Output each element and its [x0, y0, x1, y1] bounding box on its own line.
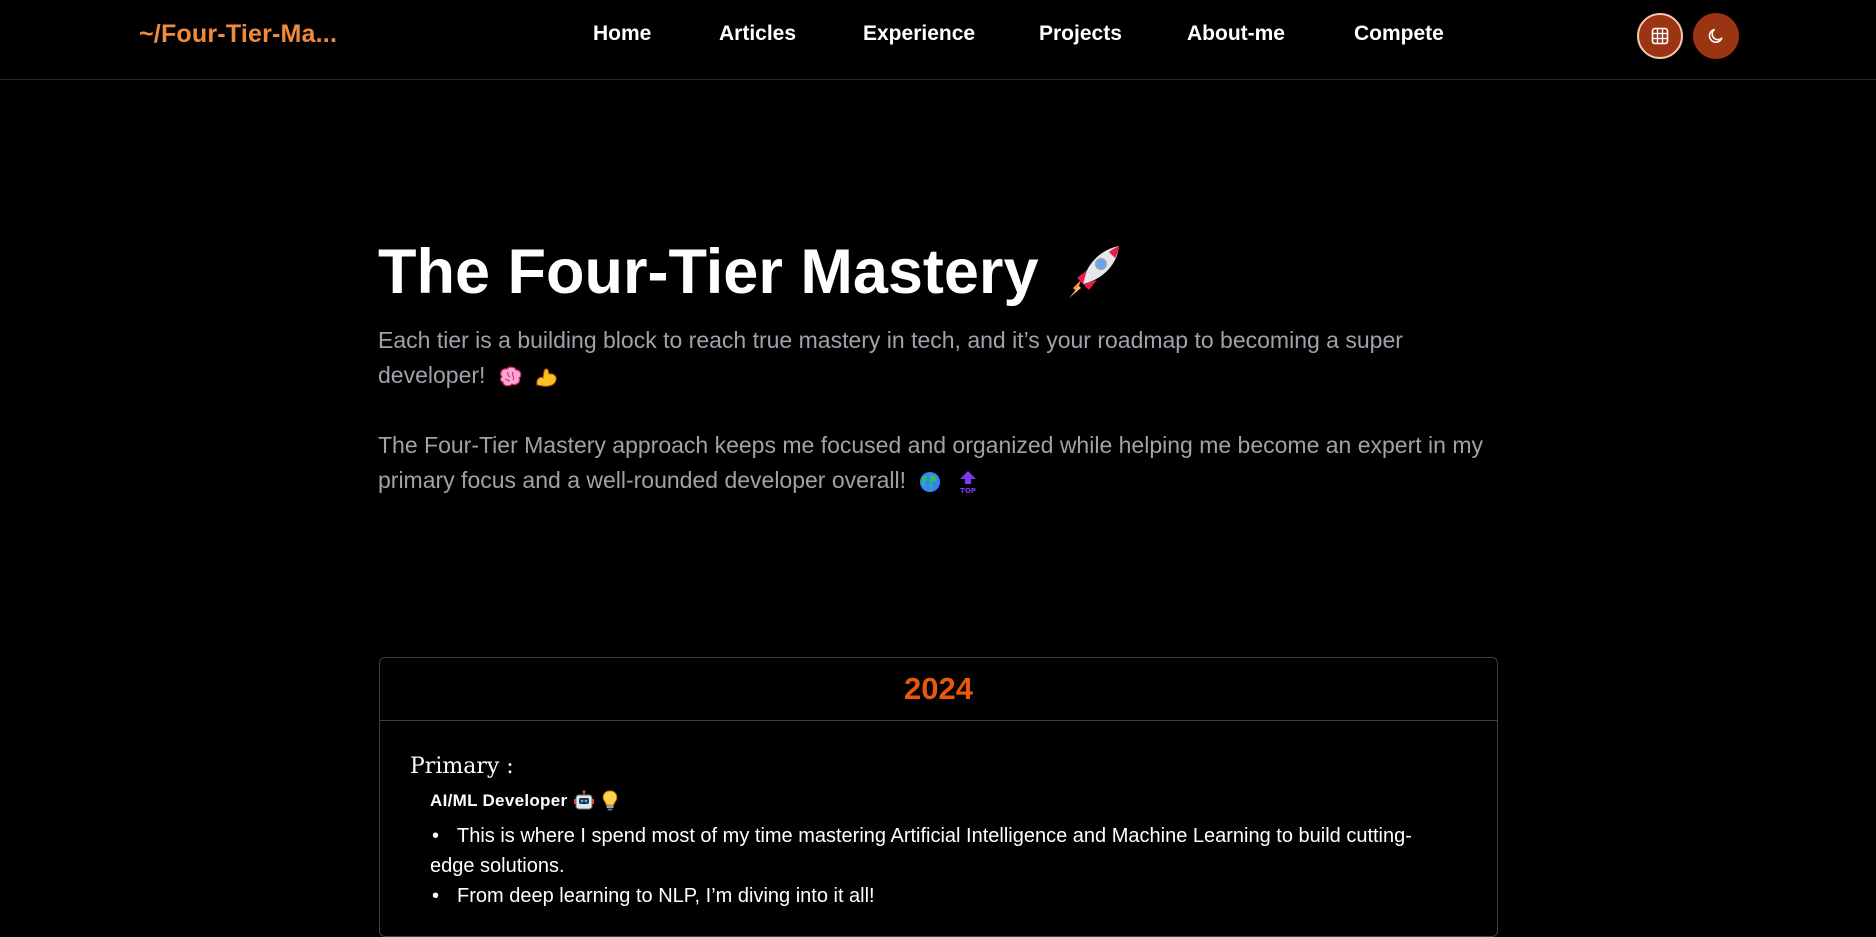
year-card: 2024 Primary : AI/ML Developer This is	[379, 657, 1498, 937]
theme-toggle-button[interactable]	[1693, 13, 1739, 59]
top-arrow-icon: TOP	[959, 470, 976, 495]
top-navbar: ~/Four-Tier-Ma... Home Articles Experien…	[0, 0, 1876, 80]
tier-label: Primary :	[410, 754, 514, 779]
light-bulb-icon	[603, 790, 618, 811]
rocket-icon	[1068, 246, 1119, 298]
nav-link-experience[interactable]: Experience	[863, 22, 975, 46]
tier-bullet-list: This is where I spend most of my time ma…	[430, 821, 1430, 911]
flexed-biceps-icon	[536, 368, 557, 387]
list-item: From deep learning to NLP, I’m diving in…	[430, 881, 1430, 911]
page-title-text: The Four-Tier Mastery	[378, 237, 1039, 307]
page-title: The Four-Tier Mastery	[378, 232, 1127, 312]
nav-link-about-me[interactable]: About-me	[1187, 22, 1285, 46]
tier-role-text: AI/ML Developer	[430, 791, 568, 810]
nav-link-compete[interactable]: Compete	[1354, 22, 1444, 46]
intro-paragraph-text: Each tier is a building block to reach t…	[378, 327, 1403, 388]
grid-icon	[1651, 27, 1669, 45]
grid-view-button[interactable]	[1637, 13, 1683, 59]
nav-link-articles[interactable]: Articles	[719, 22, 796, 46]
globe-icon	[920, 471, 941, 492]
nav-link-home[interactable]: Home	[593, 22, 651, 46]
brain-icon	[499, 366, 522, 387]
intro-paragraph: Each tier is a building block to reach t…	[378, 323, 1498, 393]
moon-icon	[1708, 28, 1723, 43]
tier-role: AI/ML Developer	[430, 790, 619, 812]
main-nav: Home Articles Experience Projects About-…	[0, 22, 1876, 52]
robot-icon	[574, 790, 595, 810]
nav-link-projects[interactable]: Projects	[1039, 22, 1122, 46]
card-year-heading: 2024	[380, 658, 1497, 721]
list-item: This is where I spend most of my time ma…	[430, 821, 1430, 881]
approach-paragraph: The Four-Tier Mastery approach keeps me …	[378, 428, 1498, 498]
svg-text:TOP: TOP	[960, 487, 976, 495]
